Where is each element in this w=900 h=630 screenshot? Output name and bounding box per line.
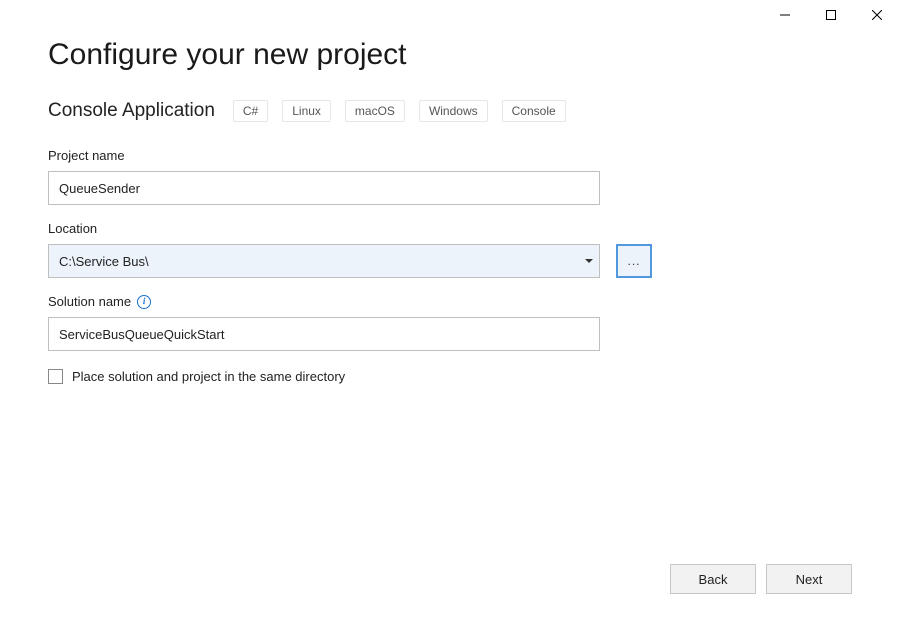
minimize-icon xyxy=(780,10,790,20)
template-tag: Console xyxy=(502,100,566,122)
footer-nav: Back Next xyxy=(670,564,852,594)
project-name-label: Project name xyxy=(48,148,852,163)
browse-button[interactable]: ... xyxy=(616,244,652,278)
template-subheader: Console Application C# Linux macOS Windo… xyxy=(48,100,852,122)
location-field-group: Location C:\Service Bus\ ... xyxy=(48,221,852,278)
same-directory-row: Place solution and project in the same d… xyxy=(48,369,852,384)
close-icon xyxy=(872,10,882,20)
page-title: Configure your new project xyxy=(48,38,852,72)
project-name-field-group: Project name xyxy=(48,148,852,205)
location-dropdown[interactable]: C:\Service Bus\ xyxy=(48,244,600,278)
solution-name-label: Solution name xyxy=(48,294,131,309)
same-directory-label: Place solution and project in the same d… xyxy=(72,369,345,384)
window-titlebar xyxy=(762,0,900,30)
location-label: Location xyxy=(48,221,852,236)
close-button[interactable] xyxy=(854,0,900,30)
maximize-button[interactable] xyxy=(808,0,854,30)
solution-name-field-group: Solution name i xyxy=(48,294,852,351)
chevron-down-icon xyxy=(585,259,593,263)
same-directory-checkbox[interactable] xyxy=(48,369,63,384)
template-tag: C# xyxy=(233,100,268,122)
location-value: C:\Service Bus\ xyxy=(59,254,149,269)
minimize-button[interactable] xyxy=(762,0,808,30)
maximize-icon xyxy=(826,10,836,20)
template-name: Console Application xyxy=(48,100,215,122)
project-name-input[interactable] xyxy=(48,171,600,205)
next-button[interactable]: Next xyxy=(766,564,852,594)
solution-name-input[interactable] xyxy=(48,317,600,351)
template-tag: Windows xyxy=(419,100,488,122)
template-tag: macOS xyxy=(345,100,405,122)
back-button[interactable]: Back xyxy=(670,564,756,594)
info-icon[interactable]: i xyxy=(137,295,151,309)
template-tag: Linux xyxy=(282,100,331,122)
